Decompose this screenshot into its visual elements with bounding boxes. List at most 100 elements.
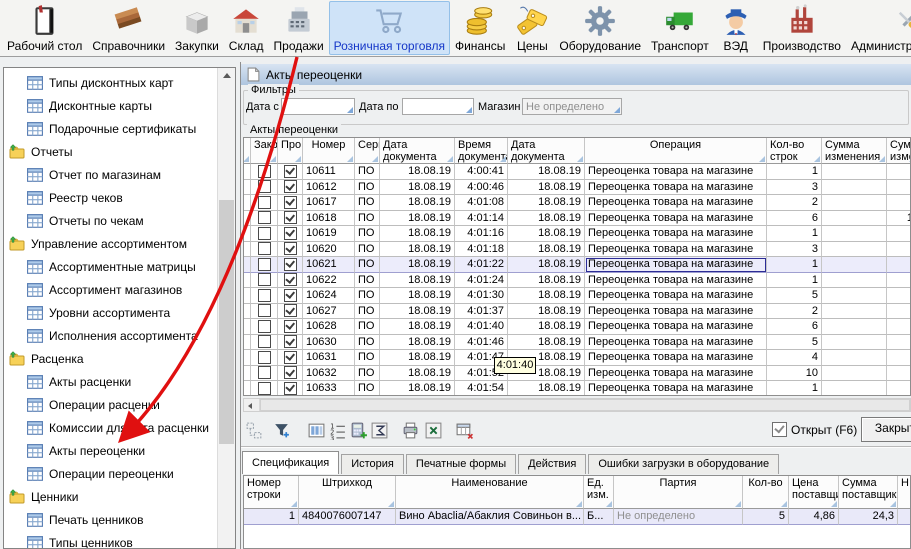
cell-posted[interactable] [278,180,303,196]
structure-icon[interactable] [245,421,264,440]
toolbar-item-customs[interactable]: ВЭД [714,1,758,55]
closed-checkbox[interactable] [258,320,271,333]
grid-row-10619[interactable]: 10619ПО18.08.194:01:1618.08.19Переоценка… [244,226,911,242]
closed-checkbox[interactable] [258,227,271,240]
closed-checkbox[interactable] [258,382,271,395]
sidebar-item[interactable]: Отчет по магазинам [4,163,218,186]
grid-row-10624[interactable]: 10624ПО18.08.194:01:3018.08.19Переоценка… [244,288,911,304]
closed-checkbox[interactable] [258,196,271,209]
cell-posted[interactable] [278,164,303,180]
sidebar-item[interactable]: Акты переоценки [4,439,218,462]
grid-row-10611[interactable]: 10611ПО18.08.194:00:4118.08.19Переоценка… [244,164,911,180]
cell-posted[interactable] [278,195,303,211]
posted-checkbox[interactable] [284,227,297,240]
print-icon[interactable] [401,421,420,440]
closed-checkbox[interactable] [258,289,271,302]
toolbar-item-prices[interactable]: Цены [510,1,554,55]
tab-Ошибки загрузки в оборудование[interactable]: Ошибки загрузки в оборудование [588,454,779,474]
sidebar-item[interactable]: Комиссии для акта расценки [4,416,218,439]
scroll-up-arrow-icon[interactable] [218,68,235,84]
cell-closed[interactable] [251,195,278,211]
grid-column-header[interactable]: Кол-во строк [767,138,822,164]
sidebar-item[interactable]: Типы ценников [4,531,218,549]
grid-column-header[interactable]: Время документа [455,138,508,164]
posted-checkbox[interactable] [284,273,297,286]
toolbar-item-retail[interactable]: Розничная торговля [329,1,450,55]
excel-export-icon[interactable] [424,421,443,440]
toolbar-item-finance[interactable]: Финансы [450,1,510,55]
cell-closed[interactable] [251,257,278,273]
grid-row-10618[interactable]: 10618ПО18.08.194:01:1418.08.19Переоценка… [244,211,911,227]
tab-Действия[interactable]: Действия [518,454,586,474]
spec-column-header[interactable]: Партия [614,476,743,509]
grid-row-10622[interactable]: 10622ПО18.08.194:01:2418.08.19Переоценка… [244,273,911,289]
sidebar-item[interactable]: Типы дисконтных карт [4,71,218,94]
posted-checkbox[interactable] [284,211,297,224]
grid-column-header[interactable]: Про [278,138,303,164]
closed-checkbox[interactable] [258,258,271,271]
columns-icon[interactable] [307,421,326,440]
calculator-add-icon[interactable] [349,421,368,440]
sidebar-item[interactable]: Акты расценки [4,370,218,393]
posted-checkbox[interactable] [284,382,297,395]
toolbar-item-equipment[interactable]: Оборудование [554,1,646,55]
spec-column-header[interactable]: Штрихкод [299,476,396,509]
cell-closed[interactable] [251,366,278,382]
posted-checkbox[interactable] [284,304,297,317]
sidebar-item[interactable]: Ассортимент магазинов [4,278,218,301]
spec-column-header[interactable]: Н [898,476,911,509]
spec-column-header[interactable]: Наименование [396,476,584,509]
cell-posted[interactable] [278,335,303,351]
cell-posted[interactable] [278,304,303,320]
sidebar-item[interactable]: Управление ассортиментом [4,232,218,255]
cell-posted[interactable] [278,257,303,273]
sidebar-item[interactable]: Печать ценников [4,508,218,531]
toolbar-item-warehouse[interactable]: Склад [224,1,269,55]
cell-closed[interactable] [251,288,278,304]
numbered-list-icon[interactable]: 123 [328,421,347,440]
grid-row-10632[interactable]: 10632ПО18.08.194:01:5218.08.19Переоценка… [244,366,911,382]
posted-checkbox[interactable] [284,258,297,271]
grid-row-10627[interactable]: 10627ПО18.08.194:01:3718.08.19Переоценка… [244,304,911,320]
cell-closed[interactable] [251,242,278,258]
grid-row-10630[interactable]: 10630ПО18.08.194:01:4618.08.19Переоценка… [244,335,911,351]
grid-column-header[interactable]: Номер [303,138,355,164]
grid-row-10628[interactable]: 10628ПО18.08.194:01:4018.08.19Переоценка… [244,319,911,335]
sidebar-item[interactable]: Исполнения ассортимента [4,324,218,347]
open-checkbox[interactable] [772,422,787,437]
grid-row-10621[interactable]: 10621ПО18.08.194:01:2218.08.19Переоценка… [244,257,911,273]
spec-row[interactable]: 14840076007147Вино Abaclia/Абаклия Совин… [244,509,911,525]
cell-closed[interactable] [251,319,278,335]
closed-checkbox[interactable] [258,335,271,348]
table-options-icon[interactable] [455,421,474,440]
toolbar-item-desktop[interactable]: Рабочий стол [2,1,87,55]
toolbar-item-administration[interactable]: Администрирование [846,1,911,55]
closed-checkbox[interactable] [258,351,271,364]
sidebar-item[interactable]: Ассортиментные матрицы [4,255,218,278]
cell-closed[interactable] [251,211,278,227]
grid-column-header[interactable]: Закр [251,138,278,164]
closed-checkbox[interactable] [258,165,271,178]
filter-add-icon[interactable] [272,421,291,440]
scrollbar-thumb[interactable] [219,200,234,444]
spec-column-header[interactable]: Кол-во [743,476,789,509]
closed-checkbox[interactable] [258,366,271,379]
tab-История[interactable]: История [341,454,404,474]
cell-posted[interactable] [278,273,303,289]
cell-posted[interactable] [278,350,303,366]
sidebar-item[interactable]: Отчеты [4,140,218,163]
grid-column-header[interactable]: Дата документа [380,138,455,164]
toolbar-item-transport[interactable]: Транспорт [646,1,714,55]
spec-column-header[interactable]: Сумма поставщика [839,476,898,509]
sum-icon[interactable] [370,421,389,440]
closed-checkbox[interactable] [258,180,271,193]
shop-input[interactable]: Не определено [522,98,622,115]
posted-checkbox[interactable] [284,165,297,178]
toolbar-item-production[interactable]: Производство [758,1,846,55]
grid-row-10620[interactable]: 10620ПО18.08.194:01:1818.08.19Переоценка… [244,242,911,258]
tab-Печатные формы[interactable]: Печатные формы [406,454,516,474]
cell-posted[interactable] [278,381,303,396]
closed-checkbox[interactable] [258,211,271,224]
cell-posted[interactable] [278,288,303,304]
sidebar-item[interactable]: Уровни ассортимента [4,301,218,324]
